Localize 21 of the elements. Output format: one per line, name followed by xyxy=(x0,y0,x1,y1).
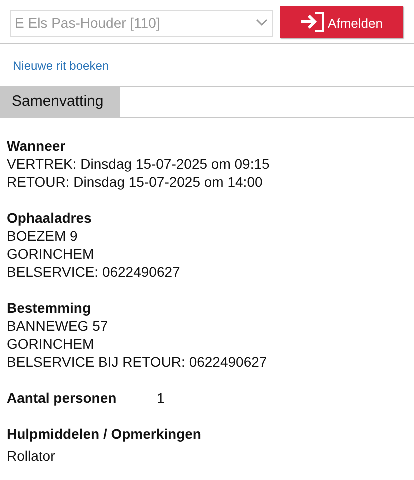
section-heading: Ophaaladres xyxy=(7,209,93,227)
logout-button[interactable]: Afmelden xyxy=(280,6,403,38)
sign-in-icon xyxy=(300,11,326,33)
detail-text: BELSERVICE BIJ RETOUR: 0622490627 xyxy=(7,353,268,371)
section-heading: Bestemming xyxy=(7,299,92,317)
new-ride-link[interactable]: Nieuwe rit boeken xyxy=(13,59,110,73)
account-select[interactable]: E Els Pas-Houder [110] xyxy=(10,10,273,36)
detail-text: BELSERVICE: 0622490627 xyxy=(7,263,182,281)
section-heading: Wanneer xyxy=(7,137,67,155)
persons-value: 1 xyxy=(157,389,165,407)
detail-text: GORINCHEM xyxy=(7,245,96,263)
tab[interactable]: Samenvatting xyxy=(0,87,120,117)
chevron-down-icon xyxy=(256,19,268,27)
detail-text: BOEZEM 9 xyxy=(7,227,79,245)
persons-label: Aantal personen xyxy=(7,389,118,407)
section-heading: Hulpmiddelen / Opmerkingen xyxy=(7,425,202,443)
detail-text: RETOUR: Dinsdag 15-07-2025 om 14:00 xyxy=(7,173,264,191)
detail-text: BANNEWEG 57 xyxy=(7,317,110,335)
detail-text: Rollator xyxy=(7,447,56,465)
detail-text: GORINCHEM xyxy=(7,335,96,353)
detail-text: VERTREK: Dinsdag 15-07-2025 om 09:15 xyxy=(7,155,271,173)
